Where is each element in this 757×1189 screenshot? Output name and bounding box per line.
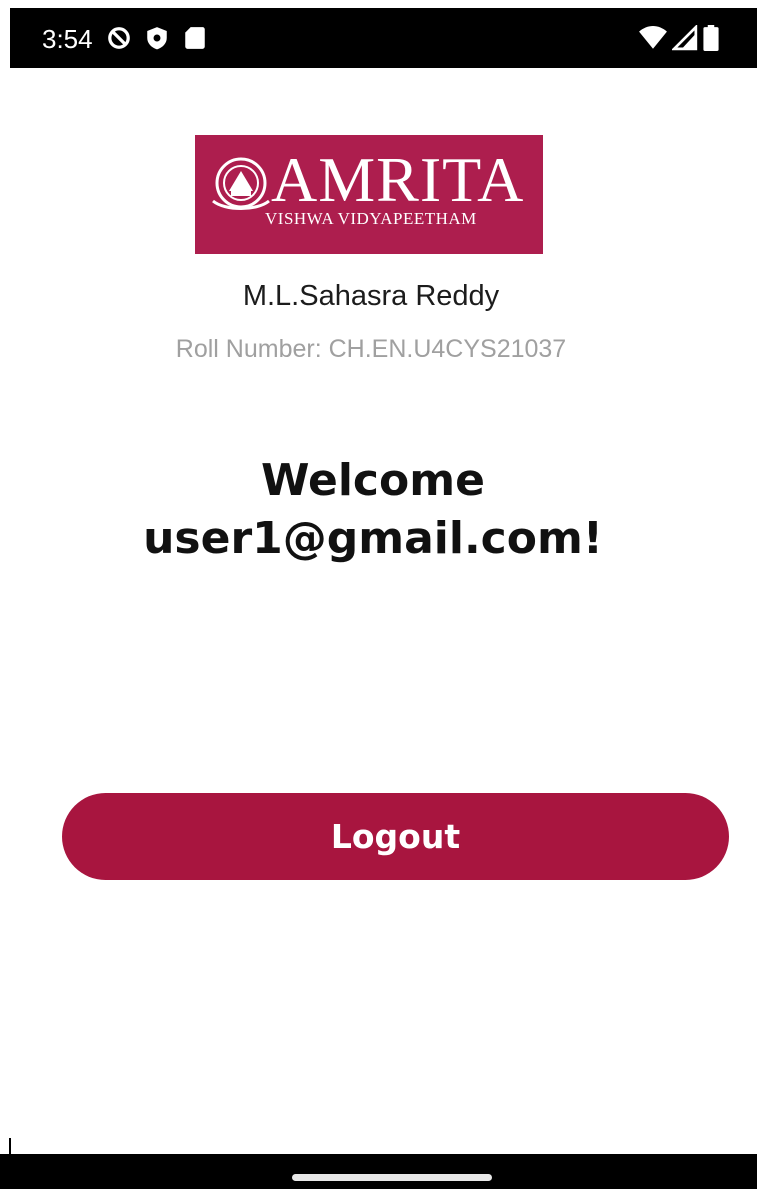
- welcome-heading: Welcome: [261, 455, 485, 506]
- logo-wordmark: AMRITA: [271, 144, 525, 215]
- logo-subtitle: VISHWA VIDYAPEETHAM: [265, 209, 477, 228]
- welcome-email: user1@gmail.com!: [143, 513, 603, 564]
- status-bar: 3:54: [10, 8, 757, 68]
- status-time: 3:54: [42, 24, 93, 54]
- profile-name: M.L.Sahasra Reddy: [242, 280, 500, 312]
- sd-card-icon: [182, 25, 208, 51]
- amrita-logo: AMRITA VISHWA VIDYAPEETHAM: [195, 135, 543, 254]
- do-not-disturb-icon: [106, 25, 132, 51]
- shield-icon: [144, 25, 170, 51]
- screen: 3:54 AMRITA VISHWA VIDYAPEETHAM M.L.Saha…: [0, 0, 757, 1189]
- navigation-bar: [0, 1154, 757, 1189]
- roll-number: Roll Number: CH.EN.U4CYS21037: [175, 335, 567, 363]
- logout-button[interactable]: Logout: [62, 793, 729, 880]
- home-gesture-handle[interactable]: [292, 1174, 492, 1181]
- wifi-icon: [638, 25, 668, 51]
- cell-signal-icon: [672, 25, 698, 51]
- screen-edge-divider: [9, 1138, 11, 1154]
- battery-icon: [702, 25, 720, 51]
